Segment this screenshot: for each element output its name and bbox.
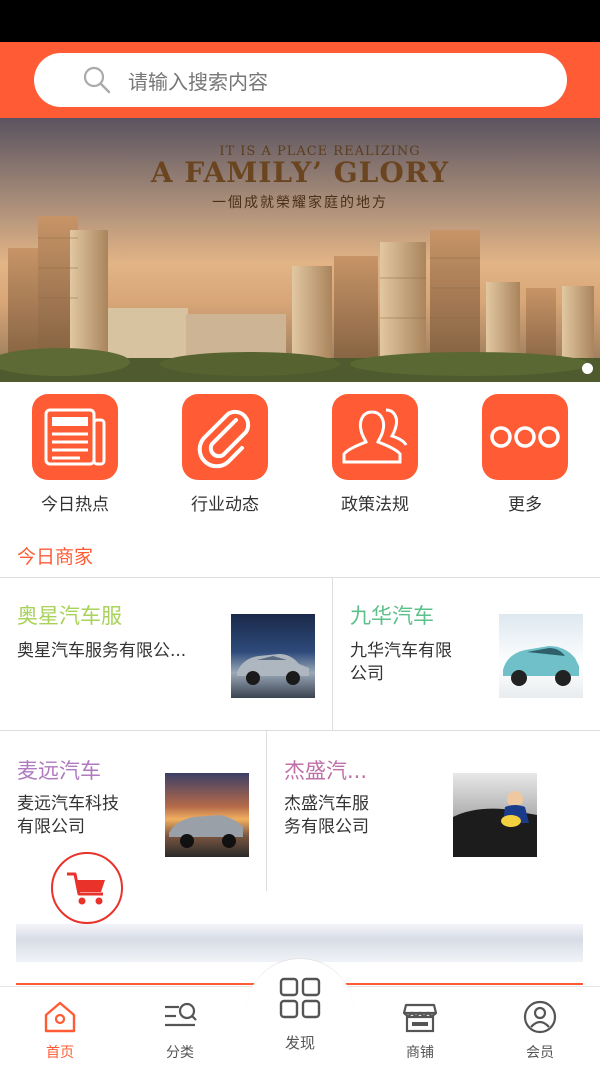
shop-image [165,773,249,857]
section-title: 今日商家 [17,546,94,568]
tab-shop[interactable]: 商铺 [360,987,480,1067]
shop-desc: 奥星汽车服务有限公... [17,641,187,661]
shop-image [231,614,315,698]
shop-image [499,614,583,698]
shop-image [453,773,537,857]
user-icon [523,1000,557,1034]
search-input[interactable]: 请输入搜索内容 [34,53,567,107]
tab-label: 商铺 [406,1045,434,1061]
promo-banner[interactable] [16,924,583,962]
more-icon [482,394,568,480]
users-icon [332,394,418,480]
shop-desc: 麦远汽车科技 有限公司 [17,794,119,837]
grid-icon [279,977,321,1019]
shop-desc: 九华汽车有限 公司 [350,641,452,684]
header: 请输入搜索内容 [0,42,600,118]
shop-card[interactable]: 麦远汽车 麦远汽车科技 有限公司 [0,731,266,891]
cart-icon [67,872,105,905]
search-placeholder: 请输入搜索内容 [128,69,268,94]
quick-nav-more[interactable]: 更多 [450,388,600,516]
shop-card[interactable]: 杰盛汽... 杰盛汽车服 务有限公司 [267,731,600,891]
shop-desc: 杰盛汽车服 务有限公司 [284,794,369,837]
tab-home[interactable]: 首页 [0,987,120,1067]
newspaper-icon [32,394,118,480]
store-icon [402,1003,438,1033]
quick-nav-policy[interactable]: 政策法规 [300,388,450,516]
paperclip-icon [182,394,268,480]
quick-nav-label: 今日热点 [41,495,109,515]
banner-slogan-cn: 一個成就榮耀家庭的地方 [212,195,388,211]
shop-card[interactable]: 奥星汽车服 奥星汽车服务有限公... [0,578,332,730]
search-icon [83,66,111,94]
tab-label: 首页 [46,1045,74,1061]
status-bar [0,0,600,42]
tab-label: 分类 [166,1045,194,1061]
quick-nav: 今日热点 行业动态 政策法规 更多 [0,388,600,516]
shop-name: 九华汽车 [350,604,434,628]
cart-button[interactable] [51,852,123,924]
home-icon [44,1001,76,1033]
shop-card[interactable]: 九华汽车 九华汽车有限 公司 [333,578,600,730]
tab-label: 发现 [284,1034,315,1052]
tab-category[interactable]: 分类 [120,987,240,1067]
shop-name: 奥星汽车服 [17,604,122,628]
quick-nav-label: 行业动态 [191,495,259,515]
tab-label: 会员 [526,1045,554,1061]
quick-nav-industry-news[interactable]: 行业动态 [150,388,300,516]
quick-nav-hot-news[interactable]: 今日热点 [0,388,150,516]
quick-nav-label: 政策法规 [341,495,409,515]
shop-name: 麦远汽车 [17,759,101,783]
shop-name: 杰盛汽... [284,759,368,783]
quick-nav-label: 更多 [508,495,542,515]
tab-member[interactable]: 会员 [480,987,600,1067]
carousel-indicator-dot[interactable] [582,363,593,374]
category-search-icon [165,1002,197,1027]
banner-slogan-en: A FAMILY’ GLORY [150,156,450,189]
banner-carousel[interactable]: IT IS A PLACE REALIZING A FAMILY’ GLORY … [0,118,600,382]
tab-discover[interactable]: 发现 [246,958,354,1066]
